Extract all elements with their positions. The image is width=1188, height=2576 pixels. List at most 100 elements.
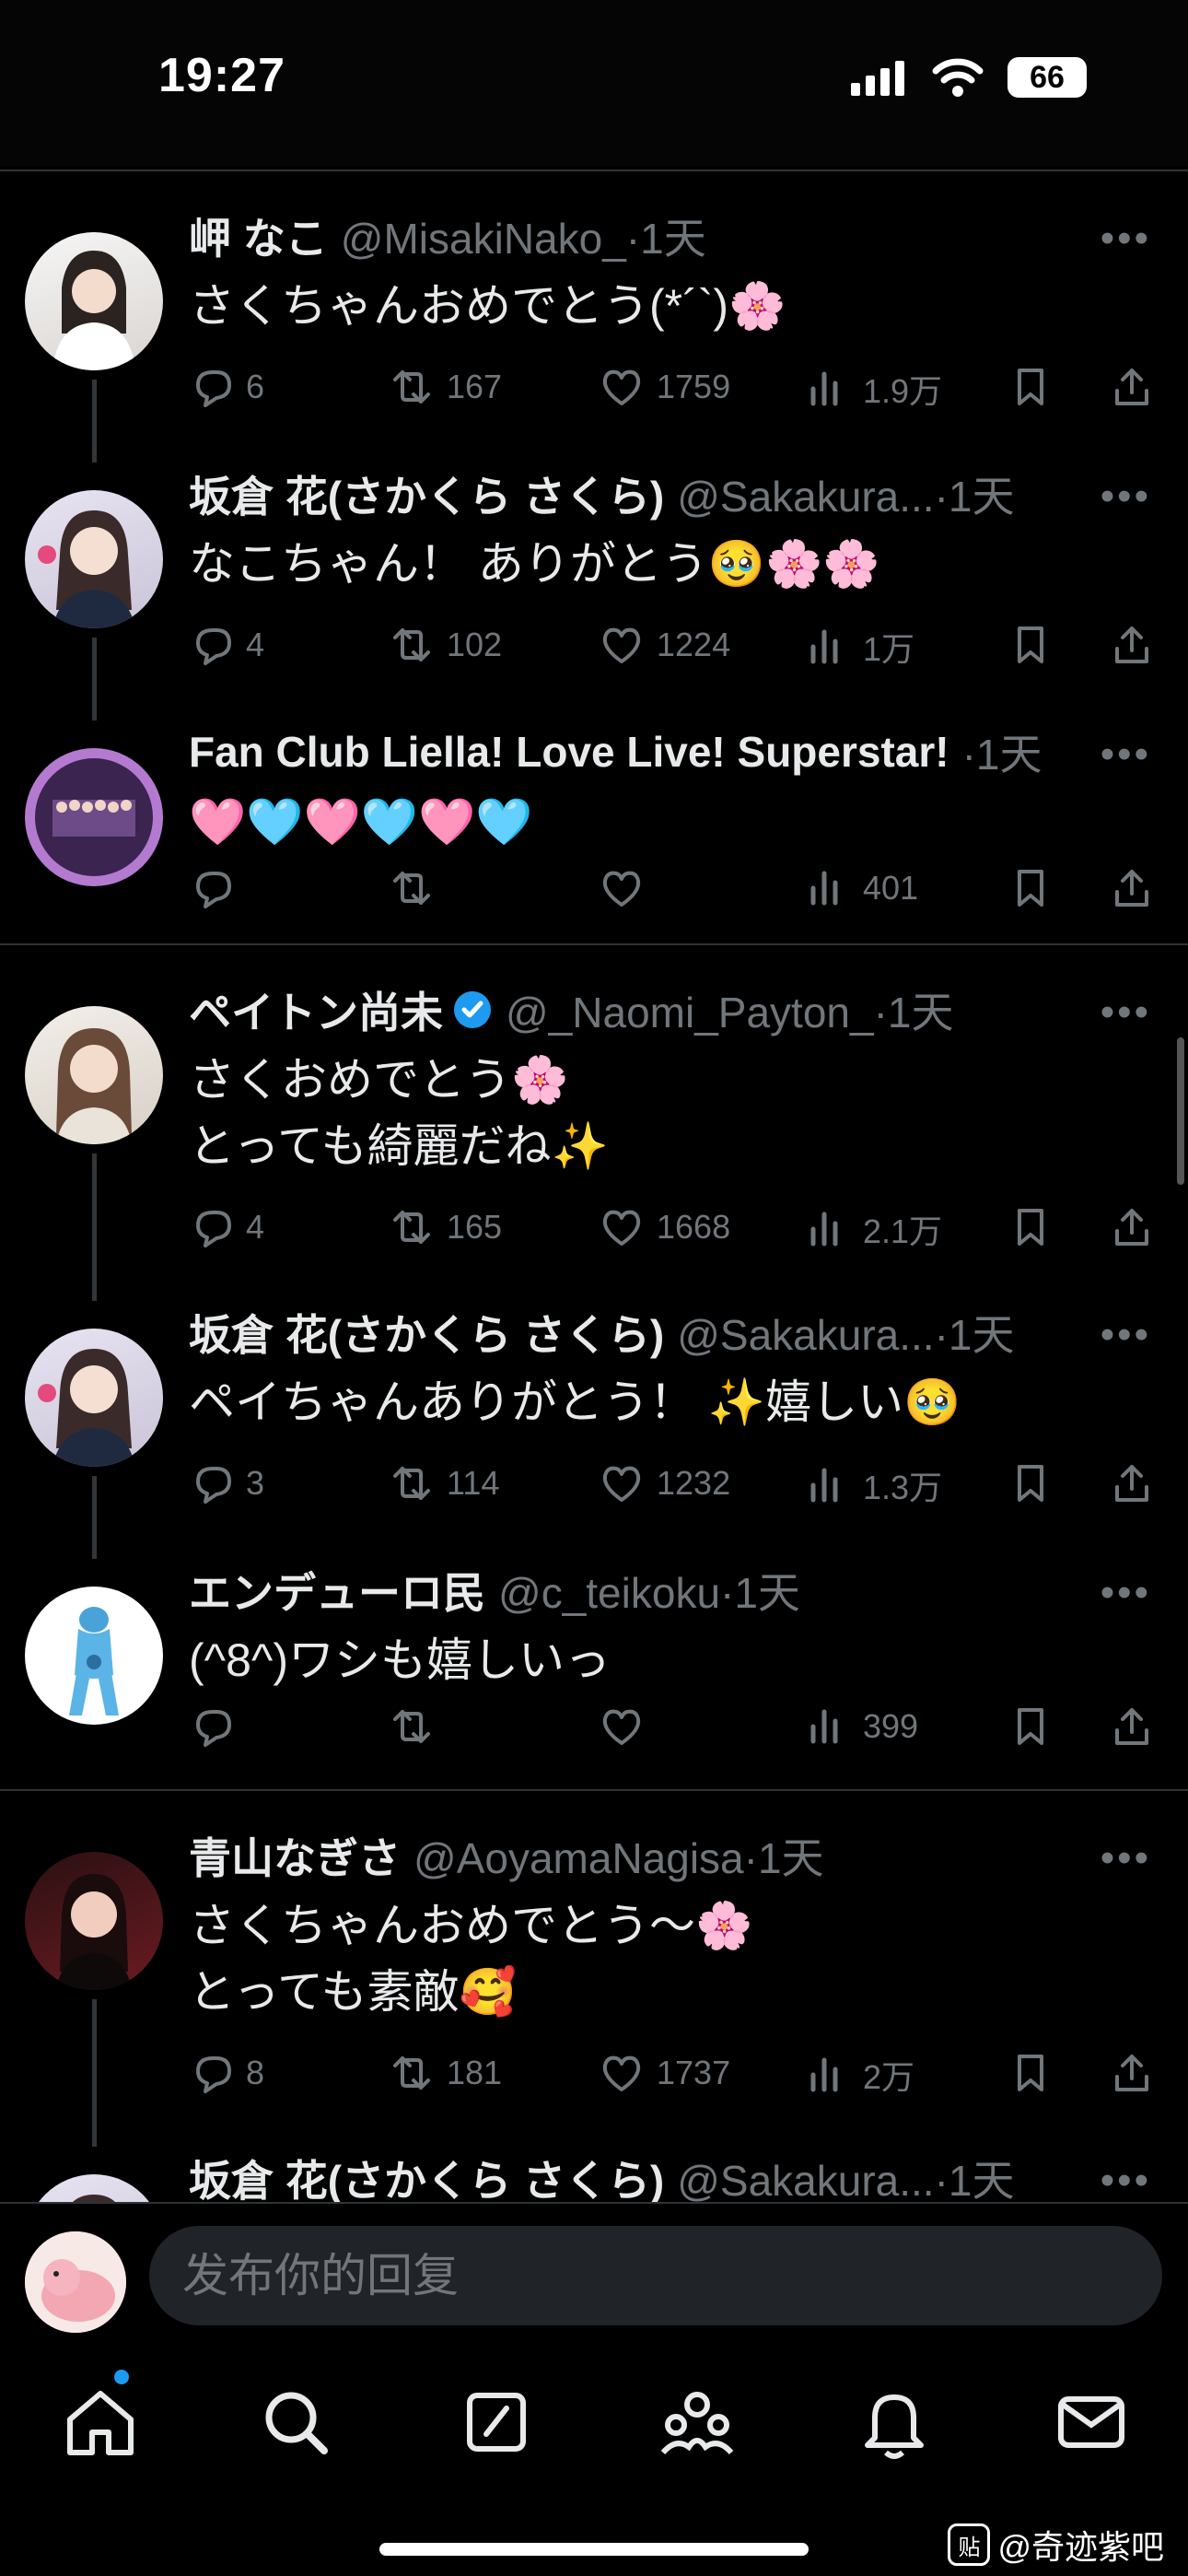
views-count[interactable]: 2万 bbox=[806, 2051, 914, 2099]
tab-notifications[interactable] bbox=[853, 2381, 936, 2464]
tweet[interactable]: Fan Club Liella! Love Live! Superstar! ·… bbox=[0, 715, 1188, 945]
avatar[interactable] bbox=[25, 1006, 163, 1144]
home-indicator[interactable] bbox=[379, 2543, 809, 2556]
author-name[interactable]: ペイトン尚未 bbox=[189, 982, 443, 1037]
reply-button[interactable]: 4 bbox=[189, 1205, 264, 1249]
author-handle[interactable]: @c_teikoku·1天 bbox=[498, 1563, 800, 1618]
like-button[interactable] bbox=[600, 1704, 657, 1749]
share-button[interactable] bbox=[1110, 2051, 1154, 2095]
tweet[interactable]: エンデューロ民 @c_teikoku·1天 ••• (^8^)ワシも嬉しいっ 3… bbox=[0, 1553, 1188, 1784]
tweet[interactable]: 坂倉 花(さかくら さくら) @Sakakura...·1天 ••• bbox=[0, 2141, 1188, 2202]
retweet-button[interactable] bbox=[390, 1704, 447, 1749]
views-count[interactable]: 1.9万 bbox=[806, 365, 942, 413]
bookmark-button[interactable] bbox=[1008, 1461, 1053, 1505]
like-count: 1232 bbox=[657, 1464, 731, 1502]
author-handle[interactable]: ·1天 bbox=[962, 724, 1042, 779]
bookmark-button[interactable] bbox=[1008, 1704, 1053, 1749]
like-button[interactable]: 1232 bbox=[600, 1461, 730, 1505]
bookmark-button[interactable] bbox=[1008, 1205, 1053, 1249]
views-count[interactable]: 399 bbox=[806, 1704, 918, 1749]
retweet-button[interactable] bbox=[390, 866, 447, 910]
author-name[interactable]: 岬 なこ bbox=[189, 208, 328, 263]
avatar[interactable] bbox=[25, 1329, 163, 1467]
tweet[interactable]: 青山なぎさ @AoyamaNagisa·1天 ••• さくちゃんおめでとう～🌸 … bbox=[0, 1819, 1188, 2147]
tab-messages[interactable] bbox=[1050, 2381, 1133, 2464]
tweet[interactable]: ペイトン尚未 @_Naomi_Payton_·1天 ••• さくおめでとう🌸 と… bbox=[0, 973, 1188, 1301]
more-options-icon[interactable]: ••• bbox=[1101, 1835, 1151, 1881]
author-name[interactable]: エンデューロ民 bbox=[189, 1563, 485, 1618]
reply-button[interactable] bbox=[189, 1704, 246, 1749]
retweet-button[interactable]: 114 bbox=[390, 1461, 499, 1505]
views-count[interactable]: 2.1万 bbox=[806, 1205, 942, 1253]
author-handle[interactable]: @Sakakura...·1天 bbox=[677, 2150, 1014, 2202]
avatar[interactable] bbox=[25, 2174, 163, 2202]
avatar[interactable] bbox=[25, 1852, 163, 1990]
author-name[interactable]: 坂倉 花(さかくら さくら) bbox=[189, 2150, 664, 2202]
scrollbar[interactable] bbox=[1177, 1037, 1184, 1185]
author-handle[interactable]: @MisakiNako_·1天 bbox=[341, 208, 706, 263]
retweet-button[interactable]: 167 bbox=[390, 365, 502, 409]
views-count[interactable]: 401 bbox=[806, 866, 918, 910]
bookmark-button[interactable] bbox=[1008, 2051, 1053, 2095]
views-count[interactable]: 1.3万 bbox=[806, 1461, 942, 1509]
tweet[interactable]: 岬 なこ @MisakiNako_·1天 ••• さくちゃんおめでとう(*´`)… bbox=[0, 199, 1188, 463]
current-user-avatar[interactable] bbox=[25, 2231, 126, 2333]
home-icon bbox=[67, 2391, 134, 2455]
author-name[interactable]: 坂倉 花(さかくら さくら) bbox=[189, 1305, 664, 1360]
reply-button[interactable]: 3 bbox=[189, 1461, 264, 1505]
avatar[interactable] bbox=[25, 490, 163, 628]
reply-input[interactable]: 发布你的回复 bbox=[149, 2226, 1162, 2325]
like-button[interactable]: 1224 bbox=[600, 623, 730, 667]
like-button[interactable]: 1668 bbox=[600, 1205, 730, 1249]
retweet-button[interactable]: 165 bbox=[390, 1205, 502, 1249]
tweet[interactable]: 坂倉 花(さかくら さくら) @Sakakura...·1天 ••• ペイちゃん… bbox=[0, 1295, 1188, 1559]
like-button[interactable]: 1759 bbox=[600, 365, 730, 409]
avatar[interactable] bbox=[25, 232, 163, 370]
tab-home[interactable] bbox=[59, 2381, 142, 2464]
author-name[interactable]: 坂倉 花(さかくら さくら) bbox=[189, 466, 664, 521]
retweet-button[interactable]: 181 bbox=[390, 2051, 502, 2095]
views-count: 2万 bbox=[863, 2058, 915, 2096]
views-count: 399 bbox=[863, 1707, 919, 1745]
reply-button[interactable]: 8 bbox=[189, 2051, 264, 2095]
more-options-icon[interactable]: ••• bbox=[1101, 989, 1151, 1036]
reply-button[interactable]: 6 bbox=[189, 365, 264, 409]
reply-feed[interactable]: 岬 なこ @MisakiNako_·1天 ••• さくちゃんおめでとう(*´`)… bbox=[0, 171, 1188, 2202]
more-options-icon[interactable]: ••• bbox=[1101, 1312, 1151, 1358]
avatar[interactable] bbox=[25, 1587, 163, 1725]
tab-communities[interactable] bbox=[656, 2381, 739, 2464]
author-handle[interactable]: @Sakakura...·1天 bbox=[677, 1305, 1014, 1360]
more-options-icon[interactable]: ••• bbox=[1101, 474, 1151, 520]
views-count[interactable]: 1万 bbox=[806, 623, 914, 671]
tweet[interactable]: 坂倉 花(さかくら さくら) @Sakakura...·1天 ••• なこちゃん… bbox=[0, 457, 1188, 720]
like-button[interactable] bbox=[600, 866, 657, 910]
author-name[interactable]: 青山なぎさ bbox=[189, 1828, 401, 1883]
more-options-icon[interactable]: ••• bbox=[1101, 732, 1151, 778]
tab-search[interactable] bbox=[254, 2381, 337, 2464]
reply-button[interactable] bbox=[189, 866, 246, 910]
author-handle[interactable]: @_Naomi_Payton_·1天 bbox=[506, 982, 953, 1037]
share-button[interactable] bbox=[1110, 1205, 1154, 1249]
bookmark-button[interactable] bbox=[1008, 623, 1053, 667]
status-icons: 66 bbox=[851, 57, 1087, 98]
share-button[interactable] bbox=[1110, 1704, 1154, 1749]
author-handle[interactable]: @Sakakura...·1天 bbox=[677, 466, 1014, 521]
share-icon bbox=[1115, 369, 1148, 405]
author-handle[interactable]: @AoyamaNagisa·1天 bbox=[413, 1828, 824, 1883]
reply-count: 6 bbox=[246, 368, 265, 405]
tab-compose[interactable] bbox=[455, 2381, 538, 2464]
retweet-button[interactable]: 102 bbox=[390, 623, 502, 667]
share-button[interactable] bbox=[1110, 623, 1154, 667]
like-button[interactable]: 1737 bbox=[600, 2051, 730, 2095]
share-button[interactable] bbox=[1110, 365, 1154, 409]
more-options-icon[interactable]: ••• bbox=[1101, 216, 1151, 262]
more-options-icon[interactable]: ••• bbox=[1101, 2158, 1151, 2202]
avatar[interactable] bbox=[25, 748, 163, 886]
share-button[interactable] bbox=[1110, 1461, 1154, 1505]
author-name[interactable]: Fan Club Liella! Love Live! Superstar! bbox=[189, 727, 949, 777]
bookmark-button[interactable] bbox=[1008, 866, 1053, 910]
more-options-icon[interactable]: ••• bbox=[1101, 1570, 1151, 1616]
reply-button[interactable]: 4 bbox=[189, 623, 264, 667]
bookmark-button[interactable] bbox=[1008, 365, 1053, 409]
share-button[interactable] bbox=[1110, 866, 1154, 910]
